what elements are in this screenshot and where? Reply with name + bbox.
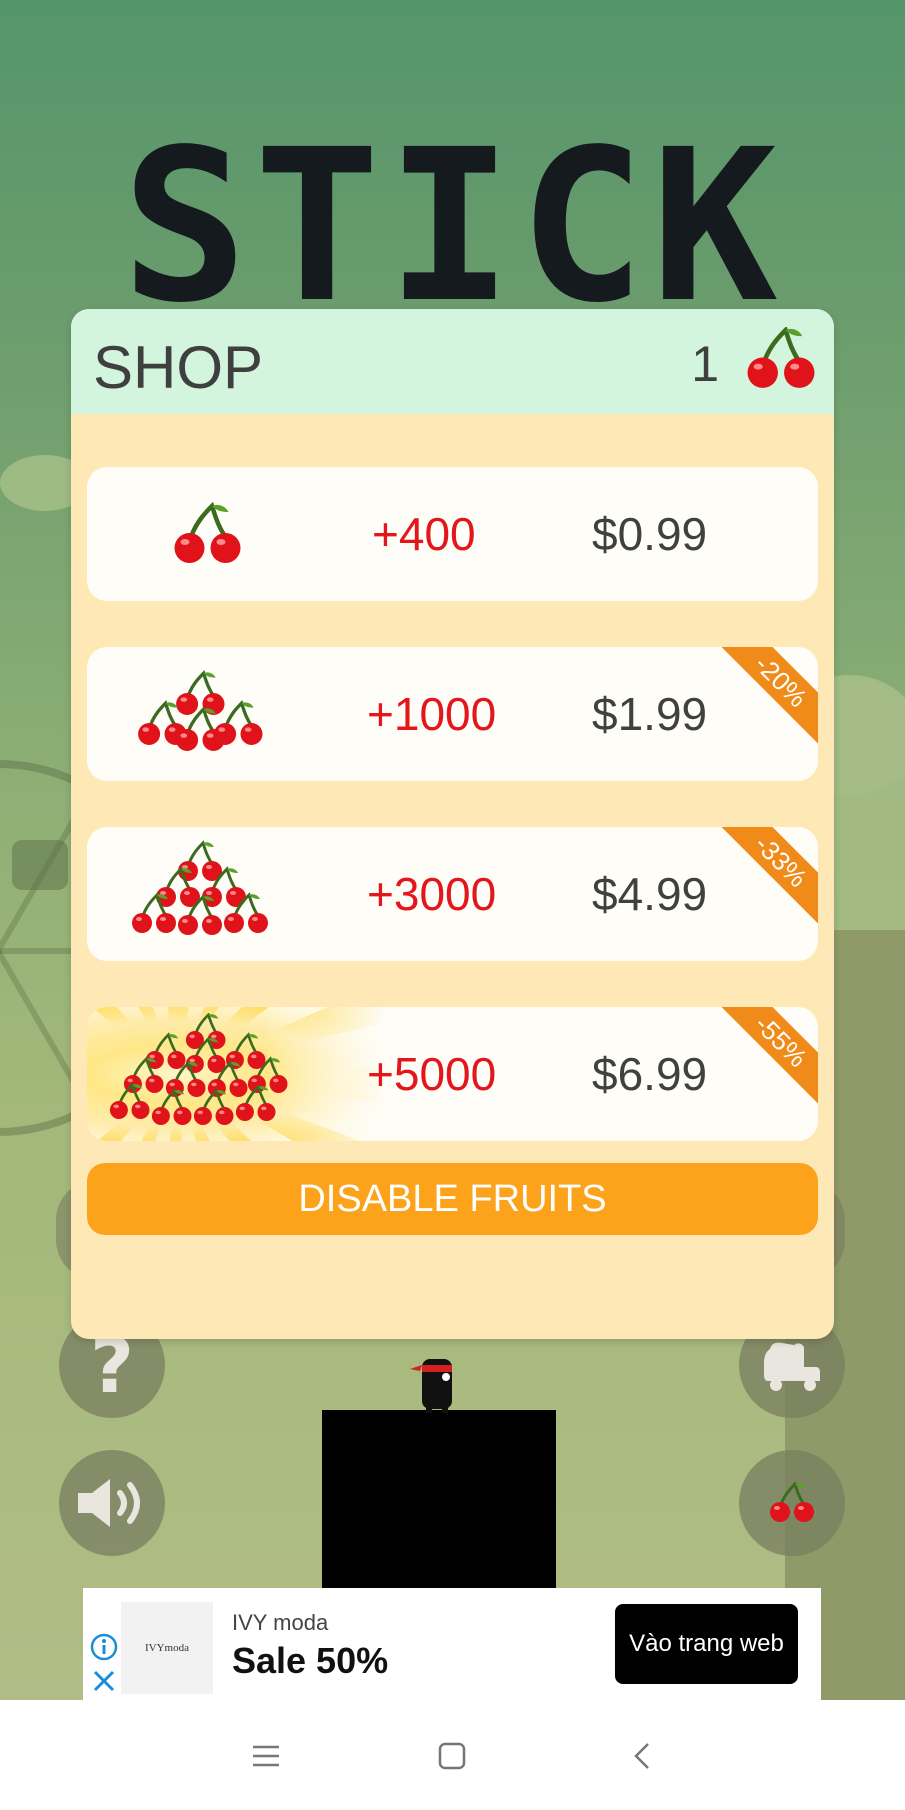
discount-badge: -20% <box>708 647 818 754</box>
shop-item-1000[interactable]: +1000 $1.99 -20% <box>87 647 818 781</box>
close-icon[interactable] <box>91 1668 117 1694</box>
fruit-count: 1 <box>691 336 719 392</box>
ad-logo: IVYmoda <box>121 1602 213 1694</box>
ad-brand: IVY moda <box>232 1610 329 1635</box>
ad-banner[interactable]: IVYmoda IVY moda Sale 50% Vào trang web <box>83 1588 821 1702</box>
discount-badge: -33% <box>708 827 818 934</box>
item-price: $0.99 <box>592 508 708 560</box>
cherry-pile-icon <box>136 670 265 753</box>
sound-toggle-button[interactable] <box>59 1450 165 1556</box>
item-amount: +5000 <box>367 1048 497 1100</box>
disable-fruits-button[interactable]: DISABLE FRUITS <box>87 1163 818 1235</box>
menu-nav-button[interactable] <box>246 1736 286 1776</box>
shop-panel: SHOP 1 +400 $0.99 +1000 $1.99 -20% +3000… <box>71 309 834 1339</box>
ninja-character <box>410 1359 452 1413</box>
back-chevron-icon <box>634 1743 649 1769</box>
ad-cta-button[interactable]: Vào trang web <box>615 1604 798 1684</box>
game-title: STICK <box>121 104 784 349</box>
cherry-icon <box>746 327 816 391</box>
shop-header: SHOP 1 <box>71 309 834 414</box>
item-price: $1.99 <box>592 688 708 740</box>
item-amount: +3000 <box>367 868 497 920</box>
info-icon[interactable] <box>89 1632 119 1662</box>
cherry-icon <box>127 477 287 587</box>
cherry-pile-icon <box>108 1013 289 1127</box>
vehicle-icon <box>764 1342 820 1391</box>
speaker-icon <box>78 1479 140 1527</box>
ad-headline: Sale 50% <box>232 1640 389 1681</box>
shop-item-400[interactable]: +400 $0.99 <box>87 467 818 601</box>
item-price: $6.99 <box>592 1048 708 1100</box>
home-square-icon <box>438 1742 466 1770</box>
cherry-icon <box>769 1482 815 1524</box>
menu-icon <box>253 1745 279 1767</box>
home-nav-button[interactable] <box>432 1736 472 1776</box>
item-price: $4.99 <box>592 868 708 920</box>
shop-item-5000[interactable]: +5000 $6.99 -55% <box>87 1007 818 1141</box>
back-nav-button[interactable] <box>622 1736 662 1776</box>
item-amount: +1000 <box>367 688 497 740</box>
discount-badge: -55% <box>708 1007 818 1114</box>
ferris-cabin <box>12 840 68 890</box>
item-amount: +400 <box>372 508 476 560</box>
shop-item-3000[interactable]: +3000 $4.99 -33% <box>87 827 818 961</box>
fruit-shop-button[interactable] <box>739 1450 845 1556</box>
shop-title: SHOP <box>93 334 264 401</box>
cherry-pile-icon <box>130 840 270 937</box>
system-navigation-bar <box>0 1700 905 1810</box>
